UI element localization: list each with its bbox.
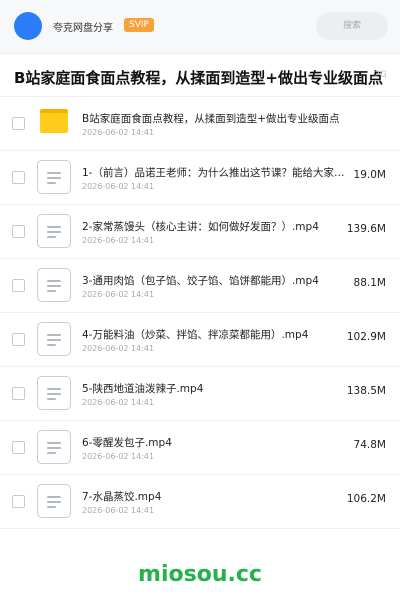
file-row-folder[interactable]: B站家庭面食面点教程，从揉面到造型+做出专业级面点 2026-06-02 14:… [0, 97, 400, 151]
file-list: B站家庭面食面点教程，从揉面到造型+做出专业级面点 2026-06-02 14:… [0, 97, 400, 529]
search-button[interactable]: 搜索 [316, 12, 388, 40]
file-date: 2026-06-02 14:41 [82, 344, 155, 353]
file-size: 138.5M [346, 385, 386, 397]
file-row[interactable]: 5-陕西地道油泼辣子.mp4 2026-06-02 14:41 138.5M [0, 367, 400, 421]
row-checkbox[interactable] [12, 387, 25, 400]
share-page: 夸克网盘分享 SVIP 搜索 B站家庭面食面点教程，从揉面到造型+做出专业级面点… [0, 0, 400, 600]
file-row[interactable]: 1-（前言）品诺王老师：为什么推出这节课？能给大家… 2026-06-02 14… [0, 151, 400, 205]
document-icon [37, 268, 71, 302]
file-name: 7-水晶蒸饺.mp4 [82, 491, 162, 503]
file-row[interactable]: 7-水晶蒸饺.mp4 2026-06-02 14:41 106.2M [0, 475, 400, 529]
watermark-text: miosou.cc [138, 562, 262, 587]
svip-badge: SVIP [124, 18, 154, 32]
document-icon [37, 214, 71, 248]
file-size: 106.2M [346, 493, 386, 505]
document-icon [37, 322, 71, 356]
row-checkbox[interactable] [12, 441, 25, 454]
file-date: 2026-06-02 14:41 [82, 398, 155, 407]
file-row[interactable]: 6-零醒发包子.mp4 2026-06-02 14:41 74.8M [0, 421, 400, 475]
document-icon [37, 376, 71, 410]
document-icon [37, 484, 71, 518]
file-date: 2026-06-02 14:41 [82, 290, 155, 299]
share-title: 夸克网盘分享 [53, 23, 113, 34]
row-checkbox[interactable] [12, 225, 25, 238]
file-date: 2026-06-02 14:41 [82, 506, 155, 515]
document-icon [37, 430, 71, 464]
file-date: 2026-06-02 14:41 [82, 236, 155, 245]
file-row[interactable]: 4-万能料油（炒菜、拌馅、拌凉菜都能用）.mp4 2026-06-02 14:4… [0, 313, 400, 367]
file-date: 2026-06-02 14:41 [82, 128, 155, 137]
file-name: B站家庭面食面点教程，从揉面到造型+做出专业级面点 [82, 113, 340, 125]
file-date: 2026-06-02 14:41 [82, 452, 155, 461]
file-name: 5-陕西地道油泼辣子.mp4 [82, 383, 204, 395]
file-size: 19.0M [353, 169, 386, 181]
avatar[interactable] [14, 12, 42, 40]
file-name: 1-（前言）品诺王老师：为什么推出这节课？能给大家… [82, 167, 345, 179]
file-name: 2-家常蒸馒头（核心主讲：如何做好发面？）.mp4 [82, 221, 319, 233]
title-bar: B站家庭面食面点教程，从揉面到造型+做出专业级面点 2G [0, 55, 400, 97]
header: 夸克网盘分享 SVIP 搜索 [0, 0, 400, 54]
folder-icon [40, 109, 68, 133]
file-row[interactable]: 2-家常蒸馒头（核心主讲：如何做好发面？）.mp4 2026-06-02 14:… [0, 205, 400, 259]
row-checkbox[interactable] [12, 333, 25, 346]
row-checkbox[interactable] [12, 495, 25, 508]
row-checkbox[interactable] [12, 279, 25, 292]
page-title: B站家庭面食面点教程，从揉面到造型+做出专业级面点 [14, 69, 384, 87]
row-checkbox[interactable] [12, 171, 25, 184]
row-checkbox[interactable] [12, 117, 25, 130]
file-date: 2026-06-02 14:41 [82, 182, 155, 191]
file-size: 88.1M [353, 277, 386, 289]
title-size: 2G [374, 70, 387, 80]
file-size: 139.6M [346, 223, 386, 235]
file-row[interactable]: 3-通用肉馅（包子馅、饺子馅、馅饼都能用）.mp4 2026-06-02 14:… [0, 259, 400, 313]
file-name: 3-通用肉馅（包子馅、饺子馅、馅饼都能用）.mp4 [82, 275, 319, 287]
file-size: 102.9M [346, 331, 386, 343]
file-size: 74.8M [353, 439, 386, 451]
file-name: 4-万能料油（炒菜、拌馅、拌凉菜都能用）.mp4 [82, 329, 309, 341]
file-name: 6-零醒发包子.mp4 [82, 437, 172, 449]
document-icon [37, 160, 71, 194]
